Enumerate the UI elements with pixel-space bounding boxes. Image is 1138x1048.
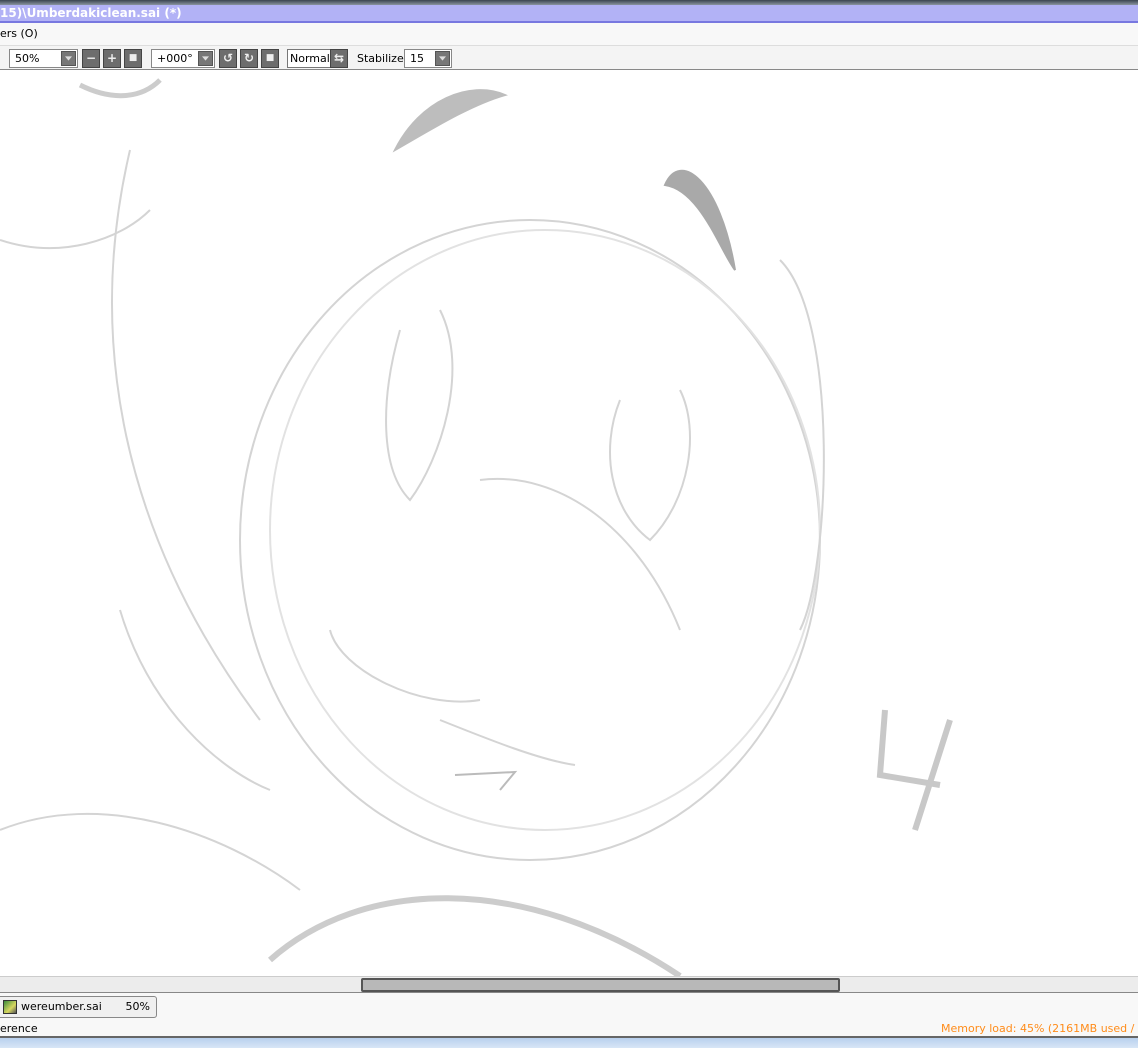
stabilizer-label: Stabilizer (357, 52, 409, 65)
zoom-out-button[interactable]: − (82, 49, 100, 68)
stabilizer-select[interactable]: 15 (404, 49, 452, 68)
stabilizer-value: 15 (410, 52, 424, 65)
menu-bar: ers (O) (0, 23, 1138, 45)
taskbar-edge (0, 1038, 1138, 1048)
window-title: 15)\Umberdakiclean.sai (*) (0, 6, 182, 20)
toolbar: 50% − + ■ +000° ↺ ↻ ■ Normal ⇆ Stabilize… (0, 45, 1138, 70)
rotate-cw-button[interactable]: ↻ (240, 49, 258, 68)
sketch-stroke (78, 78, 162, 99)
sketch-stroke (0, 209, 151, 249)
sketch-stroke (269, 229, 821, 831)
title-bar: 15)\Umberdakiclean.sai (*) (0, 5, 1138, 23)
blend-mode-button[interactable]: Normal (287, 49, 333, 68)
sketch-stroke (111, 149, 261, 721)
chevron-down-icon (435, 51, 450, 66)
document-tab-zoom: 50% (125, 1000, 150, 1013)
scrollbar-thumb[interactable] (361, 978, 840, 992)
chevron-down-icon (61, 51, 76, 66)
zoom-select[interactable]: 50% (9, 49, 78, 68)
zoom-in-button[interactable]: + (103, 49, 121, 68)
menu-item-others[interactable]: ers (O) (0, 27, 38, 40)
sai-file-icon (3, 1000, 17, 1014)
sketch-stroke (663, 169, 736, 271)
sketch-stroke (479, 477, 681, 631)
sketch-artwork (0, 78, 953, 976)
status-bar: erence Memory load: 45% (2161MB used / 3… (0, 1020, 1138, 1038)
flip-button[interactable]: ⇆ (330, 49, 348, 68)
sketch-stroke (454, 770, 518, 791)
rotate-ccw-button[interactable]: ↺ (219, 49, 237, 68)
sketch-stroke (439, 719, 576, 766)
zoom-reset-button[interactable]: ■ (124, 49, 142, 68)
zoom-value: 50% (15, 52, 40, 65)
status-left-text: erence (0, 1022, 38, 1035)
drawing-canvas[interactable] (0, 70, 1138, 976)
document-tab-name: wereumber.sai (21, 1000, 102, 1013)
sketch-stroke (268, 895, 682, 976)
sketch-stroke (385, 309, 454, 502)
sketch-stroke (119, 609, 271, 791)
rotation-select[interactable]: +000° (151, 49, 215, 68)
sketch-stroke (329, 629, 481, 703)
horizontal-scrollbar[interactable] (0, 976, 1138, 993)
document-tabs: wereumber.sai 50% (0, 993, 1138, 1020)
sketch-stroke (239, 219, 821, 861)
chevron-down-icon (198, 51, 213, 66)
number-four-sketch (876, 709, 953, 831)
rotation-value: +000° (157, 52, 193, 65)
memory-load-text: Memory load: 45% (2161MB used / 3572 (941, 1022, 1138, 1035)
sketch-stroke (609, 389, 691, 542)
document-tab[interactable]: wereumber.sai 50% (0, 996, 157, 1018)
rotate-reset-button[interactable]: ■ (261, 49, 279, 68)
sketch-stroke (392, 89, 508, 153)
sketch-stroke (0, 812, 301, 891)
